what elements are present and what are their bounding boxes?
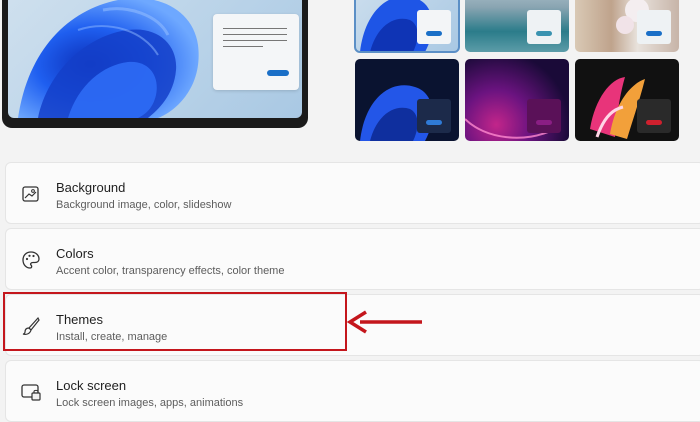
settings-item-background[interactable]: Background Background image, color, slid…: [5, 162, 700, 224]
settings-item-subtitle: Install, create, manage: [56, 331, 168, 343]
theme-thumbnail-captured-motion[interactable]: [575, 59, 679, 141]
preview-window: [213, 14, 299, 90]
brush-icon: [20, 315, 42, 337]
red-arrow-icon: [346, 310, 422, 334]
settings-item-subtitle: Accent color, transparency effects, colo…: [56, 265, 285, 277]
theme-thumbnail-flowers[interactable]: [575, 0, 679, 52]
settings-item-title: Lock screen: [56, 378, 127, 393]
settings-item-title: Background: [56, 180, 126, 195]
image-icon: [20, 183, 42, 205]
settings-item-subtitle: Background image, color, slideshow: [56, 199, 232, 211]
theme-thumbnail-lake[interactable]: [465, 0, 569, 52]
preview-wallpaper: [8, 0, 302, 118]
theme-thumbnail-windows-light[interactable]: [354, 0, 460, 53]
theme-preview: [2, 0, 308, 128]
theme-preview-area: [0, 0, 700, 152]
lock-screen-icon: [20, 381, 42, 403]
theme-thumbnail-glow[interactable]: [465, 59, 569, 141]
settings-item-title: Themes: [56, 312, 103, 327]
settings-item-colors[interactable]: Colors Accent color, transparency effect…: [5, 228, 700, 290]
palette-icon: [20, 249, 42, 271]
theme-thumbnail-windows-dark[interactable]: [355, 59, 459, 141]
preview-accent-button: [267, 70, 289, 76]
settings-item-title: Colors: [56, 246, 94, 261]
settings-item-subtitle: Lock screen images, apps, animations: [56, 397, 244, 409]
settings-item-lock-screen[interactable]: Lock screen Lock screen images, apps, an…: [5, 360, 700, 422]
